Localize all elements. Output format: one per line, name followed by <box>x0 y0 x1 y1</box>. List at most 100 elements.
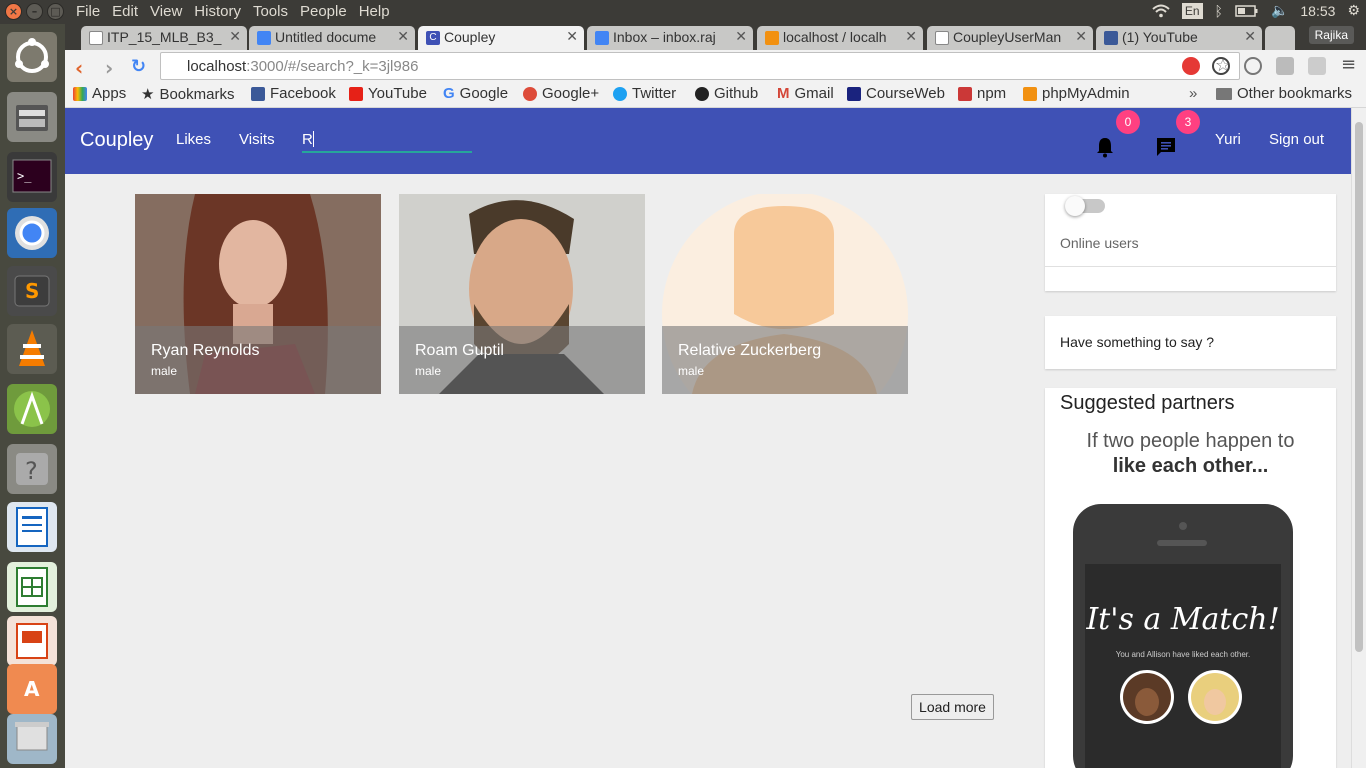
browser-tab[interactable]: ITP_15_MLB_B3_ ✕ <box>81 26 247 50</box>
bookmark-gmail[interactable]: M Gmail <box>777 85 834 102</box>
wifi-icon[interactable] <box>1152 4 1170 18</box>
settings-extension-icon[interactable] <box>1276 57 1294 75</box>
close-tab-icon[interactable]: ✕ <box>397 28 409 45</box>
react-extension-icon[interactable] <box>1308 57 1326 75</box>
sync-extension-icon[interactable] <box>1212 57 1230 75</box>
browser-tab[interactable]: (1) YouTube ✕ <box>1096 26 1262 50</box>
help-icon[interactable]: ? <box>7 444 57 494</box>
address-bar[interactable]: localhost:3000/#/search?_k=3jl986 ☆ <box>160 52 1240 80</box>
bookmarks-overflow-chevron[interactable]: » <box>1189 85 1197 102</box>
files-icon[interactable] <box>7 92 57 142</box>
bookmark-npm[interactable]: npm <box>958 85 1006 102</box>
bookmark-other[interactable]: Other bookmarks <box>1216 85 1352 102</box>
profile-card[interactable]: Ryan Reynolds male <box>135 194 381 394</box>
brand-logo[interactable]: Coupley <box>80 129 153 152</box>
browser-toolbar: ‹ › ↻ localhost:3000/#/search?_k=3jl986 … <box>65 50 1366 83</box>
bookmark-bookmarks[interactable]: ★ Bookmarks <box>141 85 234 104</box>
menu-tools[interactable]: Tools <box>247 3 294 20</box>
bookmark-googleplus[interactable]: Google+ <box>523 85 599 102</box>
page-scrollbar[interactable] <box>1351 108 1366 768</box>
minimize-window-button[interactable]: – <box>26 3 43 20</box>
vlc-icon[interactable] <box>7 324 57 374</box>
nav-visits[interactable]: Visits <box>239 131 275 148</box>
terminal-icon[interactable]: >_ <box>7 152 57 202</box>
phpmyadmin-icon <box>1023 86 1037 101</box>
bookmark-youtube[interactable]: YouTube <box>349 85 427 102</box>
close-tab-icon[interactable]: ✕ <box>1244 28 1256 45</box>
chrome-menu-icon[interactable]: ≡ <box>1341 54 1356 75</box>
settings-gear-icon[interactable]: ⚙ <box>1347 2 1360 19</box>
menu-file[interactable]: File <box>70 3 106 20</box>
software-center-icon[interactable]: A <box>7 664 57 714</box>
menu-help[interactable]: Help <box>353 3 396 20</box>
close-tab-icon[interactable]: ✕ <box>1075 28 1087 45</box>
browser-tab-active[interactable]: C Coupley ✕ <box>418 26 584 50</box>
bookmark-phpmyadmin[interactable]: phpMyAdmin <box>1023 85 1130 102</box>
browser-tab[interactable]: CoupleyUserMan ✕ <box>927 26 1093 50</box>
messages-badge[interactable]: 3 <box>1176 110 1200 134</box>
menu-edit[interactable]: Edit <box>106 3 144 20</box>
facebook-icon <box>251 86 265 101</box>
calc-icon[interactable] <box>7 562 57 612</box>
match-title: It's a Match! <box>1086 602 1280 637</box>
android-studio-icon[interactable] <box>7 384 57 434</box>
keyboard-language[interactable]: En <box>1181 2 1203 19</box>
trash-icon[interactable] <box>7 714 57 764</box>
opera-extension-icon[interactable] <box>1182 57 1200 75</box>
notifications-badge[interactable]: 0 <box>1116 110 1140 134</box>
folder-icon <box>1216 87 1232 100</box>
suggested-partners-panel: Suggested partners If two people happen … <box>1045 388 1336 768</box>
battery-icon[interactable] <box>1235 4 1259 17</box>
load-more-button[interactable]: Load more <box>911 694 994 720</box>
docs-favicon-icon <box>257 31 271 45</box>
bookmark-facebook[interactable]: Facebook <box>251 85 336 102</box>
coupley-favicon-icon: C <box>426 31 440 45</box>
back-arrow-icon[interactable]: ‹ <box>75 56 83 80</box>
profile-card[interactable]: Relative Zuckerberg male <box>662 194 908 394</box>
devtools-extension-icon[interactable] <box>1244 57 1262 75</box>
bookmark-twitter[interactable]: Twitter <box>613 85 676 102</box>
scrollbar-thumb[interactable] <box>1355 122 1363 652</box>
writer-icon[interactable] <box>7 502 57 552</box>
menu-people[interactable]: People <box>294 3 353 20</box>
volume-icon[interactable]: 🔈 <box>1271 2 1288 19</box>
search-input[interactable]: R <box>302 128 472 153</box>
close-window-button[interactable]: × <box>5 3 22 20</box>
ubuntu-dash-icon[interactable] <box>7 32 57 82</box>
close-tab-icon[interactable]: ✕ <box>735 28 747 45</box>
new-tab-button[interactable] <box>1265 26 1295 50</box>
close-tab-icon[interactable]: ✕ <box>229 28 241 45</box>
nav-likes[interactable]: Likes <box>176 131 211 148</box>
profile-card[interactable]: Roam Guptil male <box>399 194 645 394</box>
menu-view[interactable]: View <box>144 3 188 20</box>
web-page: Coupley Likes Visits R 0 3 Yuri Sign out… <box>65 108 1351 768</box>
bookmark-courseweb[interactable]: CourseWeb <box>847 85 945 102</box>
menu-history[interactable]: History <box>188 3 247 20</box>
sign-out-link[interactable]: Sign out <box>1269 131 1324 148</box>
status-post-box[interactable]: Have something to say ? <box>1045 316 1336 369</box>
clock[interactable]: 18:53 <box>1300 3 1335 19</box>
profile-button[interactable]: Rajika <box>1308 26 1354 44</box>
twitter-icon <box>613 86 627 101</box>
bookmark-apps[interactable]: Apps <box>73 85 126 102</box>
sublime-icon[interactable]: S <box>7 266 57 316</box>
close-tab-icon[interactable]: ✕ <box>566 28 578 45</box>
forward-arrow-icon[interactable]: › <box>105 56 113 80</box>
messages-icon[interactable] <box>1155 136 1177 158</box>
bluetooth-icon[interactable]: ᛒ <box>1215 3 1223 19</box>
chrome-icon[interactable] <box>7 208 57 258</box>
close-tab-icon[interactable]: ✕ <box>905 28 917 45</box>
impress-icon[interactable] <box>7 616 57 666</box>
reload-icon[interactable]: ↻ <box>131 56 146 77</box>
bookmark-google[interactable]: G Google <box>443 85 508 102</box>
online-users-toggle[interactable] <box>1065 196 1105 216</box>
notifications-bell-icon[interactable] <box>1095 136 1115 158</box>
browser-tab[interactable]: Untitled docume ✕ <box>249 26 415 50</box>
user-name-link[interactable]: Yuri <box>1215 131 1241 148</box>
divider <box>1045 266 1336 267</box>
phpmyadmin-favicon-icon <box>765 31 779 45</box>
bookmark-github[interactable]: Github <box>695 85 758 102</box>
browser-tab[interactable]: localhost / localh ✕ <box>757 26 923 50</box>
maximize-window-button[interactable]: □ <box>47 3 64 20</box>
browser-tab[interactable]: Inbox – inbox.raj ✕ <box>587 26 753 50</box>
